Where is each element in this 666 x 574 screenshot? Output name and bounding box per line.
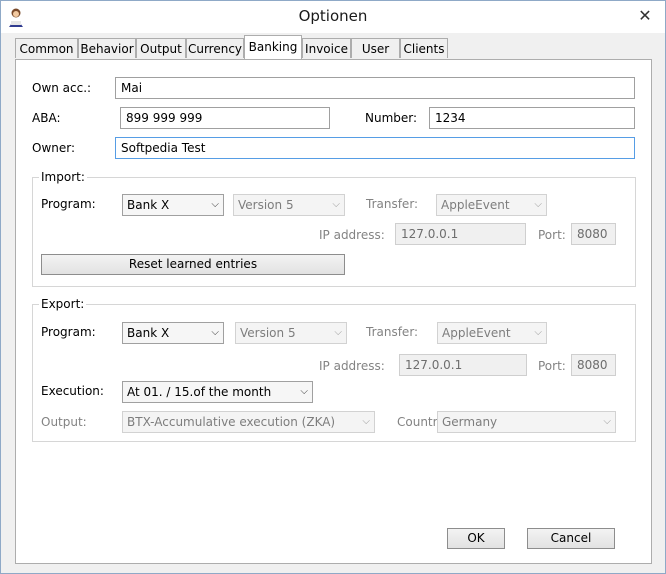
chevron-down-icon: ⌵ [362,416,370,427]
chevron-down-icon: ⌵ [334,327,342,338]
export-ip-input: 127.0.0.1 [399,354,527,376]
export-program-value: Bank X [127,326,170,340]
export-port-input: 8080 [571,354,616,376]
import-transfer-select: AppleEvent ⌵ [436,194,547,216]
chevron-down-icon: ⌵ [603,416,611,427]
chevron-down-icon: ⌵ [211,199,219,210]
import-port-label: Port: [538,228,566,242]
export-transfer-select: AppleEvent ⌵ [437,322,547,344]
chevron-down-icon: ⌵ [534,199,542,210]
export-title: Export: [39,297,87,311]
cancel-button[interactable]: Cancel [527,528,615,549]
aba-label: ABA: [32,111,61,125]
output-label: Output: [41,415,87,429]
chevron-down-icon: ⌵ [332,199,340,210]
country-label: Countr [397,415,438,429]
import-ip-label: IP address: [319,228,385,242]
import-version-select: Version 5 ⌵ [233,194,345,216]
title-bar: Optionen ✕ [1,1,665,33]
options-window: Optionen ✕ Common Behavior Output Curren… [0,0,666,574]
reset-learned-entries-button[interactable]: Reset learned entries [41,254,345,275]
import-ip-input: 127.0.0.1 [395,223,526,245]
window-title: Optionen [298,7,368,25]
number-input[interactable]: 1234 [429,107,635,129]
output-select: BTX-Accumulative execution (ZKA) ⌵ [122,411,375,433]
export-version-select: Version 5 ⌵ [235,322,347,344]
execution-value: At 01. / 15.of the month [127,385,272,399]
export-ip-label: IP address: [319,359,385,373]
execution-select[interactable]: At 01. / 15.of the month ⌵ [122,381,313,403]
tab-banking[interactable]: Banking [244,35,302,59]
tab-currency[interactable]: Currency [186,38,244,58]
owner-label: Owner: [32,141,76,155]
import-transfer-label: Transfer: [366,197,419,211]
chevron-down-icon: ⌵ [211,327,219,338]
output-value: BTX-Accumulative execution (ZKA) [127,415,336,429]
import-title: Import: [39,170,87,184]
own-acc-input[interactable]: Mai [115,77,635,99]
export-port-label: Port: [538,359,566,373]
country-value: Germany [442,415,498,429]
tab-clients[interactable]: Clients [400,38,448,58]
execution-label: Execution: [41,384,104,398]
import-port-input: 8080 [571,223,616,245]
chevron-down-icon: ⌵ [300,386,308,397]
tab-common[interactable]: Common [15,38,78,58]
owner-input[interactable]: Softpedia Test [115,137,635,159]
import-transfer-value: AppleEvent [441,198,510,212]
export-transfer-value: AppleEvent [442,326,511,340]
aba-input[interactable]: 899 999 999 [120,107,330,129]
own-acc-label: Own acc.: [32,81,92,95]
export-program-label: Program: [41,325,96,339]
export-transfer-label: Transfer: [366,325,419,339]
close-icon[interactable]: ✕ [631,5,659,27]
chevron-down-icon: ⌵ [534,327,542,338]
tab-invoice[interactable]: Invoice [302,38,351,58]
country-select: Germany ⌵ [437,411,616,433]
tab-output[interactable]: Output [136,38,186,58]
tab-user[interactable]: User [351,38,400,58]
import-program-label: Program: [41,197,96,211]
export-version-value: Version 5 [240,326,296,340]
tab-behavior[interactable]: Behavior [78,38,136,58]
import-version-value: Version 5 [238,198,294,212]
number-label: Number: [365,111,418,125]
import-program-value: Bank X [127,198,170,212]
export-program-select[interactable]: Bank X ⌵ [122,322,224,344]
import-program-select[interactable]: Bank X ⌵ [122,194,224,216]
ok-button[interactable]: OK [447,528,505,549]
